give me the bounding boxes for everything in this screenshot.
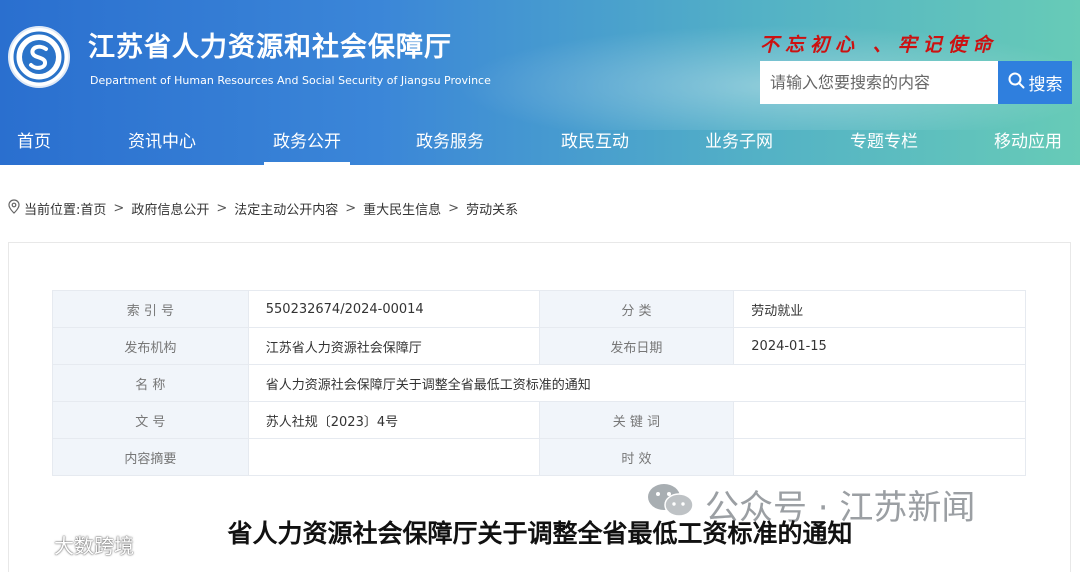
watermark-logo-icon bbox=[10, 531, 50, 558]
keywords-label: 关 键 词 bbox=[538, 401, 735, 439]
location-pin-icon bbox=[8, 198, 20, 218]
breadcrumb: 当前位置: 首页 > 政府信息公开 > 法定主动公开内容 > 重大民生信息 > … bbox=[8, 198, 518, 218]
nav-item-gov-affairs-open[interactable]: 政务公开 bbox=[264, 120, 350, 165]
document-number-label: 文 号 bbox=[52, 401, 249, 439]
slogan: 不忘初心 、牢记使命 bbox=[760, 34, 998, 56]
main-nav: 首页 资讯中心 政务公开 政务服务 政民互动 业务子网 专题专栏 移动应用 bbox=[0, 120, 1080, 165]
breadcrumb-statutory-content[interactable]: 法定主动公开内容 bbox=[234, 199, 338, 218]
publish-date-value: 2024-01-15 bbox=[733, 327, 1026, 365]
document-number-value: 苏人社规〔2023〕4号 bbox=[247, 401, 540, 439]
site-subtitle: Department of Human Resources And Social… bbox=[90, 74, 491, 87]
breadcrumb-separator: > bbox=[216, 200, 228, 216]
nav-item-home[interactable]: 首页 bbox=[0, 120, 68, 165]
nav-item-business-sites[interactable]: 业务子网 bbox=[699, 120, 779, 165]
nav-item-gov-services[interactable]: 政务服务 bbox=[410, 120, 490, 165]
publisher-value: 江苏省人力资源社会保障厅 bbox=[247, 327, 540, 365]
document-name-value: 省人力资源社会保障厅关于调整全省最低工资标准的通知 bbox=[247, 364, 1027, 402]
corner-watermark-text: 大数跨境 bbox=[54, 534, 134, 558]
breadcrumb-labor-relations[interactable]: 劳动关系 bbox=[466, 199, 518, 218]
validity-value bbox=[733, 438, 1026, 476]
breadcrumb-separator: > bbox=[113, 200, 125, 216]
breadcrumb-home[interactable]: 首页 bbox=[80, 199, 106, 218]
publisher-label: 发布机构 bbox=[52, 327, 249, 365]
ministry-logo-icon[interactable] bbox=[8, 26, 70, 88]
document-metadata-table: 索 引 号 550232674/2024-00014 分 类 劳动就业 发布机构… bbox=[52, 290, 1027, 476]
summary-value bbox=[247, 438, 540, 476]
breadcrumb-separator: > bbox=[345, 200, 357, 216]
search-button[interactable]: 搜索 bbox=[998, 61, 1072, 104]
nav-item-mobile-apps[interactable]: 移动应用 bbox=[988, 120, 1068, 165]
breadcrumb-prefix: 当前位置: bbox=[24, 202, 81, 218]
summary-label: 内容摘要 bbox=[52, 438, 249, 476]
index-number-value: 550232674/2024-00014 bbox=[247, 290, 540, 328]
table-row: 索 引 号 550232674/2024-00014 分 类 劳动就业 bbox=[52, 290, 1026, 328]
search-input[interactable] bbox=[760, 61, 998, 104]
validity-label: 时 效 bbox=[538, 438, 735, 476]
publish-date-label: 发布日期 bbox=[538, 327, 735, 365]
nav-item-special-topics[interactable]: 专题专栏 bbox=[844, 120, 924, 165]
category-value: 劳动就业 bbox=[733, 290, 1026, 328]
table-row: 发布机构 江苏省人力资源社会保障厅 发布日期 2024-01-15 bbox=[52, 327, 1026, 365]
table-row: 内容摘要 时 效 bbox=[52, 438, 1026, 476]
breadcrumb-gov-info-open[interactable]: 政府信息公开 bbox=[131, 199, 209, 218]
search-icon bbox=[1008, 72, 1025, 94]
index-number-label: 索 引 号 bbox=[52, 290, 249, 328]
document-name-label: 名 称 bbox=[52, 364, 249, 402]
nav-item-news[interactable]: 资讯中心 bbox=[122, 120, 202, 165]
category-label: 分 类 bbox=[538, 290, 735, 328]
breadcrumb-livelihood-info[interactable]: 重大民生信息 bbox=[363, 199, 441, 218]
table-row: 名 称 省人力资源社会保障厅关于调整全省最低工资标准的通知 bbox=[52, 364, 1027, 402]
document-title: 省人力资源社会保障厅关于调整全省最低工资标准的通知 bbox=[227, 519, 853, 548]
site-header: 江苏省人力资源和社会保障厅 Department of Human Resour… bbox=[0, 0, 1080, 165]
corner-watermark: 大数跨境 bbox=[10, 530, 134, 559]
table-row: 文 号 苏人社规〔2023〕4号 关 键 词 bbox=[52, 401, 1026, 439]
breadcrumb-separator: > bbox=[448, 200, 460, 216]
keywords-value bbox=[733, 401, 1026, 439]
search-button-label: 搜索 bbox=[1028, 75, 1063, 95]
nav-item-interaction[interactable]: 政民互动 bbox=[555, 120, 635, 165]
site-title[interactable]: 江苏省人力资源和社会保障厅 bbox=[88, 25, 452, 64]
